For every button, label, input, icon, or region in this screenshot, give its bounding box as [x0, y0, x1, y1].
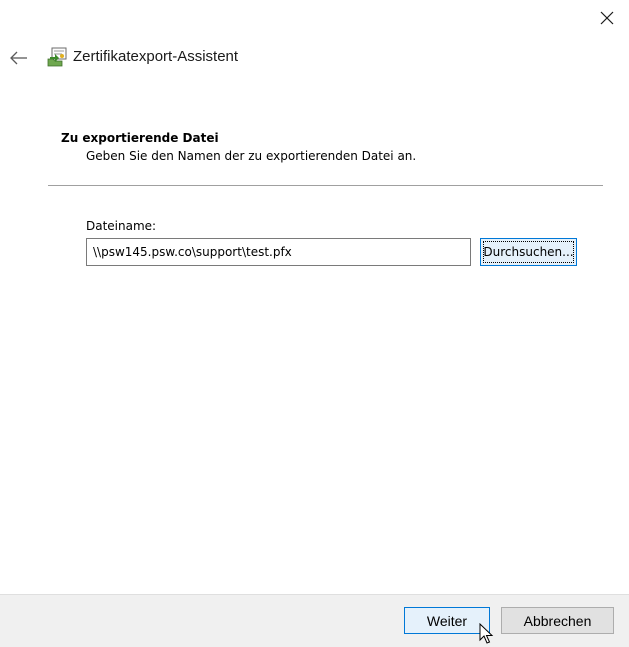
header-divider — [48, 185, 603, 186]
browse-button-label: Durchsuchen... — [483, 245, 574, 259]
filename-input[interactable] — [86, 238, 471, 266]
window-title: Zertifikatexport-Assistent — [73, 48, 239, 65]
page-heading: Zu exportierende Datei — [61, 131, 219, 145]
back-button[interactable] — [4, 44, 34, 72]
next-button[interactable]: Weiter — [404, 607, 490, 634]
browse-button[interactable]: Durchsuchen... — [480, 238, 577, 266]
cancel-button[interactable]: Abbrechen — [501, 607, 614, 634]
close-button[interactable] — [590, 2, 624, 34]
page-subheading: Geben Sie den Namen der zu exportierende… — [86, 149, 417, 163]
back-arrow-icon — [10, 51, 27, 65]
certificate-export-wizard-window: Zertifikatexport-Assistent Zu exportiere… — [0, 0, 629, 647]
certificate-export-icon — [47, 47, 67, 67]
filename-label: Dateiname: — [86, 219, 157, 233]
close-icon — [600, 11, 614, 25]
cancel-button-label: Abbrechen — [523, 612, 592, 629]
next-button-label: Weiter — [426, 612, 468, 629]
